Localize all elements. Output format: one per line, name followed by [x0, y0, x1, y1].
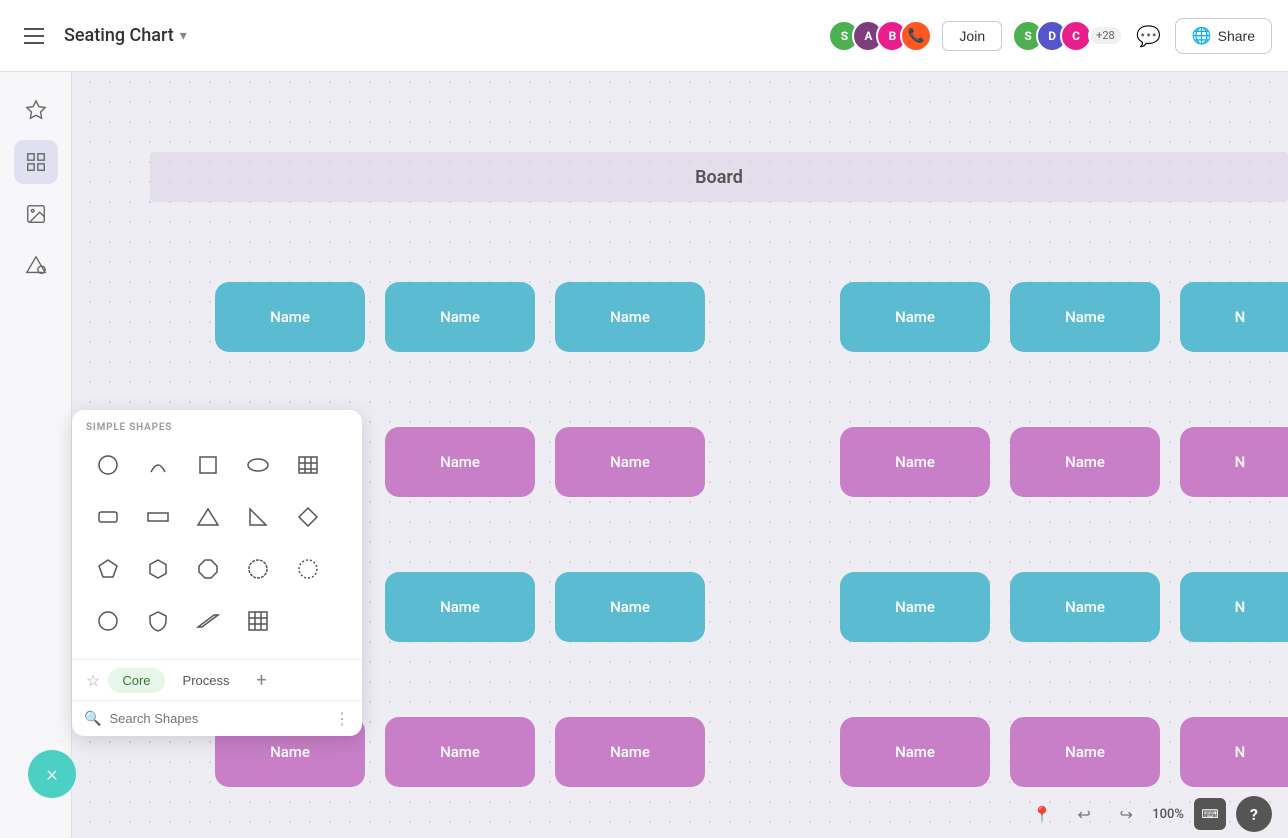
seat-r3-2[interactable]: Name — [555, 572, 705, 642]
seat-r3-1[interactable]: Name — [385, 572, 535, 642]
seat-r1-6[interactable]: N — [1180, 282, 1288, 352]
shape-poly9[interactable] — [236, 547, 280, 591]
seat-r4-5[interactable]: Name — [1010, 717, 1160, 787]
header: Seating Chart ▾ S A B 📞 Join S D C +28 💬… — [0, 0, 1288, 72]
seat-r4-4[interactable]: Name — [840, 717, 990, 787]
tab-star-icon[interactable]: ☆ — [82, 667, 104, 694]
avatar-group-2: S D C +28 — [1012, 20, 1123, 52]
avatar-4: 📞 — [900, 20, 932, 52]
shapes-row-2 — [86, 495, 348, 539]
close-fab-button[interactable]: × — [28, 750, 76, 798]
search-input[interactable] — [109, 711, 326, 726]
share-button[interactable]: 🌐 Share — [1175, 18, 1272, 54]
search-more-icon[interactable]: ⋮ — [334, 709, 350, 728]
shape-table[interactable] — [286, 443, 330, 487]
shape-circle-2[interactable] — [86, 599, 130, 643]
shape-shield[interactable] — [136, 599, 180, 643]
document-title: Seating Chart — [64, 25, 174, 46]
map-pin-icon[interactable]: 📍 — [1026, 798, 1058, 830]
share-label: Share — [1218, 28, 1255, 44]
bottom-bar: 📍 ↩ ↪ 100% ⌨ ? — [0, 790, 1288, 838]
seat-r1-2[interactable]: Name — [385, 282, 535, 352]
sidebar-icon-star[interactable] — [14, 88, 58, 132]
seat-r1-1[interactable]: Name — [215, 282, 365, 352]
zoom-level: 100% — [1152, 807, 1184, 822]
help-button[interactable]: ? — [1236, 796, 1272, 832]
shape-octagon[interactable] — [186, 547, 230, 591]
shape-right-triangle[interactable] — [236, 495, 280, 539]
undo-button[interactable]: ↩ — [1068, 798, 1100, 830]
search-bar: 🔍 ⋮ — [72, 700, 362, 736]
join-button[interactable]: Join — [942, 21, 1002, 51]
seat-r2-1[interactable]: Name — [385, 427, 535, 497]
seat-r4-3[interactable]: Name — [555, 717, 705, 787]
seat-r2-2[interactable]: Name — [555, 427, 705, 497]
shapes-row-3 — [86, 547, 348, 591]
chat-button[interactable]: 💬 — [1133, 20, 1165, 52]
redo-button[interactable]: ↪ — [1110, 798, 1142, 830]
seat-r2-3[interactable]: Name — [840, 427, 990, 497]
shape-parallelogram[interactable] — [186, 599, 230, 643]
seat-r1-5[interactable]: Name — [1010, 282, 1160, 352]
tab-process[interactable]: Process — [169, 668, 244, 693]
sidebar-icon-grid[interactable] — [14, 140, 58, 184]
sidebar-icon-shapes[interactable] — [14, 244, 58, 288]
extra-count-badge: +28 — [1088, 25, 1123, 46]
shapes-tabs: ☆ Core Process + — [72, 659, 362, 700]
keyboard-icon[interactable]: ⌨ — [1194, 798, 1226, 830]
shape-hexagon[interactable] — [136, 547, 180, 591]
shape-square[interactable] — [186, 443, 230, 487]
seat-r3-3[interactable]: Name — [840, 572, 990, 642]
seat-r1-4[interactable]: Name — [840, 282, 990, 352]
shape-circle[interactable] — [86, 443, 130, 487]
menu-button[interactable] — [16, 18, 52, 54]
seat-r3-5[interactable]: N — [1180, 572, 1288, 642]
shape-diamond[interactable] — [286, 495, 330, 539]
shape-arc[interactable] — [136, 443, 180, 487]
shape-grid2[interactable] — [236, 599, 280, 643]
seat-r2-4[interactable]: Name — [1010, 427, 1160, 497]
seat-r2-5[interactable]: N — [1180, 427, 1288, 497]
section-label: SIMPLE SHAPES — [86, 422, 348, 433]
header-right: S A B 📞 Join S D C +28 💬 🌐 Share — [828, 18, 1272, 54]
shape-rect-wide[interactable] — [136, 495, 180, 539]
shape-ellipse[interactable] — [236, 443, 280, 487]
shapes-panel: SIMPLE SHAPES — [72, 410, 362, 736]
title-dropdown-arrow[interactable]: ▾ — [180, 28, 187, 44]
shape-poly10[interactable] — [286, 547, 330, 591]
globe-icon: 🌐 — [1192, 26, 1212, 46]
shapes-row-4 — [86, 599, 348, 643]
shapes-row-1 — [86, 443, 348, 487]
board-header: Board — [150, 152, 1288, 202]
seat-r3-4[interactable]: Name — [1010, 572, 1160, 642]
shape-rect-rounded[interactable] — [86, 495, 130, 539]
search-icon: 🔍 — [84, 711, 101, 727]
seat-r1-3[interactable]: Name — [555, 282, 705, 352]
left-sidebar — [0, 72, 72, 838]
shape-triangle[interactable] — [186, 495, 230, 539]
seat-r4-6[interactable]: N — [1180, 717, 1288, 787]
title-area: Seating Chart ▾ — [64, 25, 816, 46]
tab-add-button[interactable]: + — [248, 666, 276, 694]
sidebar-icon-image[interactable] — [14, 192, 58, 236]
board-title: Board — [695, 167, 743, 188]
shape-pentagon[interactable] — [86, 547, 130, 591]
tab-core[interactable]: Core — [108, 668, 164, 693]
seat-r4-2[interactable]: Name — [385, 717, 535, 787]
shapes-grid: SIMPLE SHAPES — [72, 410, 362, 659]
collaborator-avatars: S A B 📞 — [828, 20, 932, 52]
